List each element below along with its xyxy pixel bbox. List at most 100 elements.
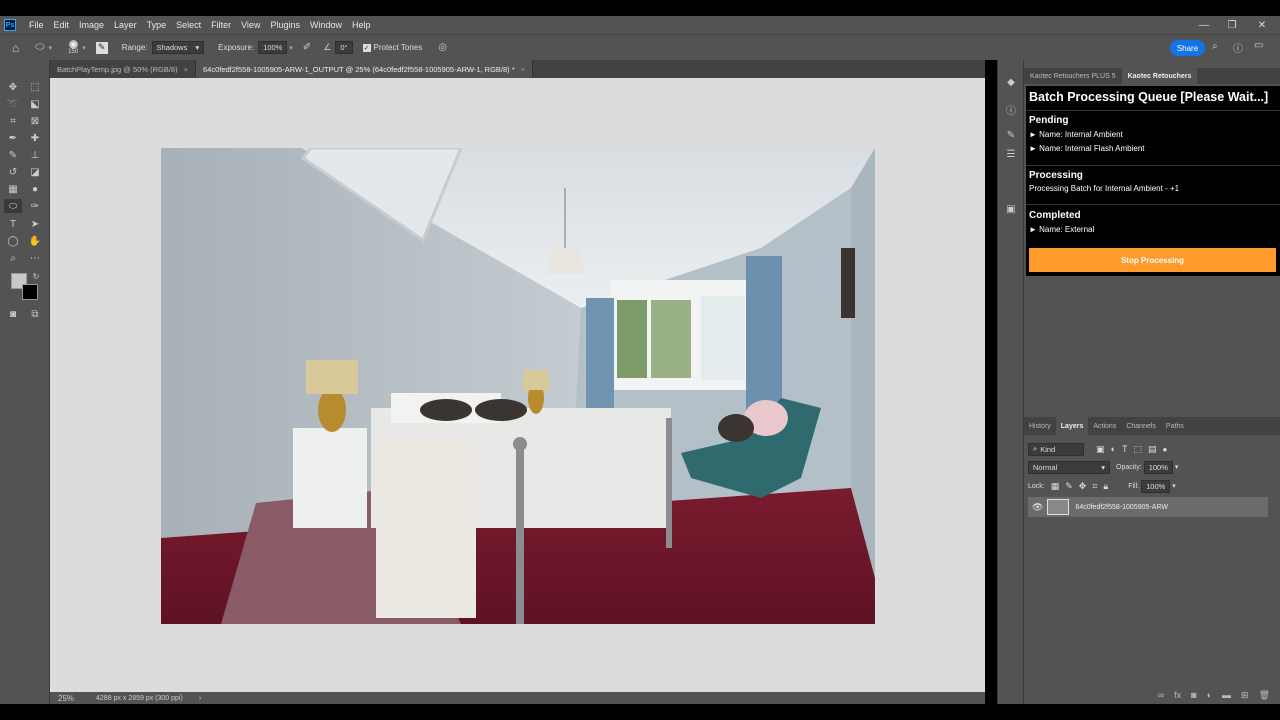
group-folder-icon[interactable]: ▬ bbox=[1222, 690, 1231, 700]
link-layers-icon[interactable]: ∞ bbox=[1158, 690, 1164, 700]
airbrush-icon[interactable]: ✐ bbox=[303, 42, 311, 53]
completed-item[interactable]: ► Name: External bbox=[1029, 225, 1094, 234]
pixel-filter-icon[interactable]: ▣ bbox=[1096, 444, 1105, 455]
pen-tool-icon[interactable]: ✑ bbox=[28, 199, 42, 213]
pressure-size-icon[interactable]: ◎ bbox=[438, 42, 447, 53]
layer-style-icon[interactable]: fx bbox=[1174, 690, 1181, 700]
tab-actions[interactable]: Actions bbox=[1088, 417, 1121, 435]
fill-field[interactable]: 100% bbox=[1141, 479, 1171, 493]
menu-plugins[interactable]: Plugins bbox=[265, 20, 305, 30]
smart-object-filter-icon[interactable]: ▤ bbox=[1148, 444, 1157, 455]
adjustments-icon[interactable]: ☰ bbox=[1004, 147, 1018, 161]
ellipse-tool-icon[interactable]: ◯ bbox=[6, 234, 20, 248]
close-tab-icon[interactable]: × bbox=[184, 65, 188, 74]
exposure-field[interactable]: 100% bbox=[258, 41, 288, 54]
brush-preset-picker[interactable]: 150 bbox=[68, 40, 78, 55]
eyedropper-icon[interactable]: ✒ bbox=[6, 131, 20, 145]
marquee-tool-icon[interactable]: ⬚ bbox=[28, 80, 42, 94]
zoom-tool-icon[interactable]: ⌕ bbox=[6, 251, 20, 265]
chevron-down-icon[interactable]: ▾ bbox=[49, 44, 53, 52]
menu-help[interactable]: Help bbox=[347, 20, 376, 30]
search-icon[interactable]: ⌕ bbox=[1212, 41, 1218, 52]
layer-row[interactable]: 👁︎ 64c0fedf2f558-1005905-ARW bbox=[1028, 497, 1268, 517]
close-tab-icon[interactable]: × bbox=[521, 65, 525, 74]
chevron-down-icon[interactable]: ▾ bbox=[82, 44, 86, 52]
plugin-icon[interactable]: ◆ bbox=[1004, 75, 1018, 89]
lock-all-icon[interactable]: 🔒︎ bbox=[1103, 481, 1108, 492]
close-icon[interactable]: ✕ bbox=[1246, 16, 1278, 34]
tab-kaotec-retouchers[interactable]: Kaotec Retouchers bbox=[1121, 68, 1198, 84]
more-tools-icon[interactable]: ⋯ bbox=[28, 251, 42, 265]
tab-paths[interactable]: Paths bbox=[1161, 417, 1189, 435]
lock-position-icon[interactable]: ✥ bbox=[1079, 481, 1087, 492]
history-brush-icon[interactable]: ↺ bbox=[6, 165, 20, 179]
layer-mask-icon[interactable]: ◙ bbox=[1191, 690, 1196, 700]
type-filter-icon[interactable]: T bbox=[1122, 444, 1128, 454]
menu-window[interactable]: Window bbox=[305, 20, 347, 30]
document-image[interactable] bbox=[161, 148, 875, 624]
filter-toggle-icon[interactable]: ● bbox=[1162, 445, 1167, 454]
menu-layer[interactable]: Layer bbox=[109, 20, 142, 30]
object-selection-icon[interactable]: ⬕ bbox=[28, 97, 42, 111]
brush-tool-icon[interactable]: ✎ bbox=[6, 148, 20, 162]
crop-tool-icon[interactable]: ⌗ bbox=[6, 114, 20, 128]
blur-tool-icon[interactable]: ● bbox=[28, 182, 42, 196]
lasso-tool-icon[interactable]: ➰ bbox=[6, 97, 20, 111]
healing-brush-icon[interactable]: ✚ bbox=[28, 131, 42, 145]
tab-batchplaytemp[interactable]: BatchPlayTemp.jpg @ 50% (RGB/8) × bbox=[50, 60, 196, 78]
share-button[interactable]: Share bbox=[1170, 40, 1205, 56]
menu-filter[interactable]: Filter bbox=[206, 20, 236, 30]
pending-item[interactable]: ► Name: Internal Flash Ambient bbox=[1029, 144, 1145, 153]
angle-field[interactable]: 0° bbox=[335, 41, 353, 54]
kind-filter-select[interactable]: ⌕ Kind bbox=[1028, 442, 1084, 456]
lock-transparency-icon[interactable]: ▦ bbox=[1051, 481, 1060, 492]
restore-icon[interactable]: ❐ bbox=[1216, 16, 1248, 34]
image-panel-icon[interactable]: ▣ bbox=[1004, 202, 1018, 216]
chevron-down-icon[interactable]: ▾ bbox=[1175, 463, 1179, 471]
workspace-icon[interactable]: ▭ bbox=[1254, 40, 1263, 51]
range-select[interactable]: Shadows ▾ bbox=[151, 41, 205, 54]
eye-visibility-icon[interactable]: 👁︎ bbox=[1032, 502, 1043, 513]
lock-pixels-icon[interactable]: ✎ bbox=[1065, 481, 1073, 492]
chevron-down-icon[interactable]: ▾ bbox=[289, 44, 293, 52]
home-icon[interactable]: ⌂ bbox=[12, 41, 19, 55]
opacity-field[interactable]: 100% bbox=[1143, 460, 1173, 474]
tab-kaotec-plus[interactable]: Kaotec Retouchers PLUS 5 bbox=[1024, 68, 1122, 84]
chevron-down-icon[interactable]: ▾ bbox=[1172, 482, 1176, 490]
new-layer-icon[interactable]: ⊞ bbox=[1241, 690, 1249, 701]
chevron-right-icon[interactable]: › bbox=[199, 695, 201, 702]
move-tool-icon[interactable]: ✥ bbox=[6, 80, 20, 94]
path-selection-icon[interactable]: ➤ bbox=[28, 217, 42, 231]
tab-history[interactable]: History bbox=[1024, 417, 1056, 435]
layer-name[interactable]: 64c0fedf2f558-1005905-ARW bbox=[1075, 504, 1168, 511]
menu-file[interactable]: File bbox=[24, 20, 49, 30]
stamp-tool-icon[interactable]: ⊥ bbox=[28, 148, 42, 162]
menu-type[interactable]: Type bbox=[142, 20, 172, 30]
background-color-swatch[interactable] bbox=[22, 284, 38, 300]
gradient-tool-icon[interactable]: ▦ bbox=[6, 182, 20, 196]
brush-settings-icon[interactable]: ✎ bbox=[95, 41, 108, 54]
tab-layers[interactable]: Layers bbox=[1055, 417, 1089, 435]
blend-mode-select[interactable]: Normal ▾ bbox=[1028, 460, 1110, 474]
zoom-level[interactable]: 25% bbox=[58, 694, 74, 703]
pending-item[interactable]: ► Name: Internal Ambient bbox=[1029, 130, 1123, 139]
protect-tones-checkbox[interactable]: ✓ bbox=[362, 43, 371, 52]
dodge-tool-icon[interactable]: ⬭ bbox=[35, 41, 44, 54]
lock-artboard-icon[interactable]: ⌗ bbox=[1092, 481, 1097, 492]
brush-panel-icon[interactable]: ✎ bbox=[1004, 128, 1018, 142]
stop-processing-button[interactable]: Stop Processing bbox=[1029, 248, 1276, 272]
quick-mask-icon[interactable]: ◙ bbox=[6, 307, 20, 321]
eraser-icon[interactable]: ◪ bbox=[28, 165, 42, 179]
info-icon[interactable]: ⓘ bbox=[1004, 102, 1018, 117]
adjustment-layer-icon[interactable]: ◐ bbox=[1207, 690, 1212, 700]
menu-edit[interactable]: Edit bbox=[49, 20, 75, 30]
tab-output[interactable]: 64c0fedf2f558-1005905-ARW-1_OUTPUT @ 25%… bbox=[195, 60, 534, 78]
trash-icon[interactable]: 🗑︎ bbox=[1259, 690, 1270, 701]
swap-colors-icon[interactable]: ↻ bbox=[31, 271, 41, 281]
menu-select[interactable]: Select bbox=[171, 20, 206, 30]
screen-mode-icon[interactable]: ⧉ bbox=[28, 307, 42, 321]
type-tool-icon[interactable]: T bbox=[6, 217, 20, 231]
menu-image[interactable]: Image bbox=[74, 20, 109, 30]
hand-tool-icon[interactable]: ✋ bbox=[28, 234, 42, 248]
menu-view[interactable]: View bbox=[236, 20, 265, 30]
